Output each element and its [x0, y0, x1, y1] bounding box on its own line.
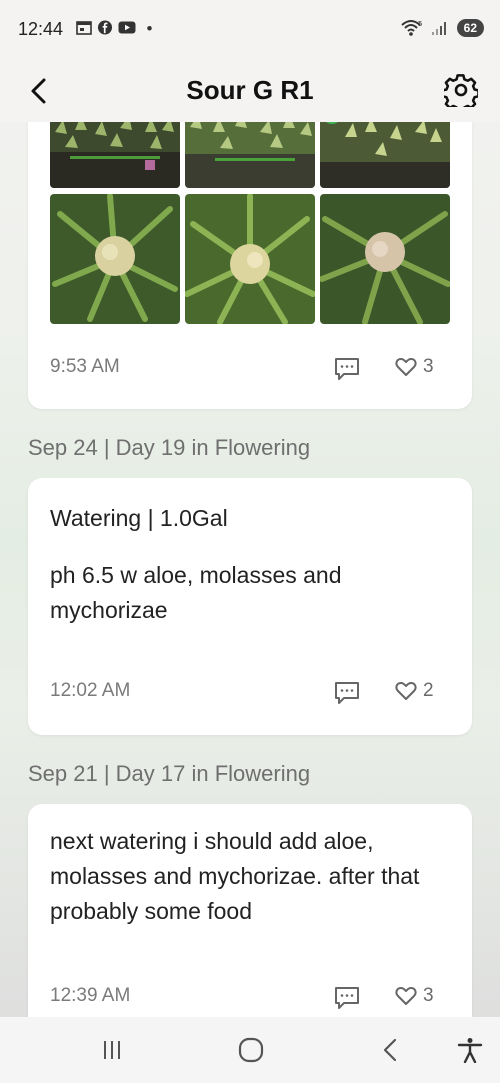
comment-icon[interactable]: [334, 681, 360, 705]
recents-icon[interactable]: [97, 1037, 127, 1063]
svg-text:5: 5: [418, 20, 422, 28]
post-body: next watering i should add aloe, molasse…: [50, 828, 420, 924]
home-icon[interactable]: [236, 1037, 266, 1063]
post-time: 9:53 AM: [50, 356, 120, 377]
like-count: 3: [423, 356, 434, 377]
accessibility-icon[interactable]: [455, 1037, 485, 1063]
page-title: Sour G R1: [186, 75, 314, 105]
signal-icon: [431, 22, 446, 35]
date-header: Sep 21 | Day 17 in Flowering: [28, 761, 311, 786]
system-nav-bar: [0, 1017, 500, 1083]
comment-icon[interactable]: [334, 357, 360, 381]
calendar-icon: [76, 21, 92, 35]
like-count: 2: [423, 680, 434, 701]
heart-icon: [395, 987, 417, 1005]
heart-icon: [395, 682, 417, 700]
youtube-icon: [118, 21, 136, 34]
facebook-icon: [97, 20, 113, 35]
post-body: ph 6.5 w aloe, molasses and mychorizae: [50, 562, 342, 623]
like-button[interactable]: 3: [395, 985, 434, 1007]
plant-bud-photo[interactable]: [185, 194, 315, 324]
back-icon[interactable]: [376, 1037, 406, 1063]
plant-photo[interactable]: [50, 122, 180, 188]
status-time: 12:44: [18, 19, 64, 39]
dot-icon: [147, 26, 152, 31]
post-card: next watering i should add aloe, molasse…: [28, 804, 472, 1017]
gear-icon[interactable]: [444, 73, 478, 107]
date-header: Sep 24 | Day 19 in Flowering: [28, 435, 311, 460]
plant-bud-photo[interactable]: [50, 194, 180, 324]
post-title: Watering | 1.0Gal: [50, 505, 228, 531]
comment-icon[interactable]: [334, 986, 360, 1010]
post-time: 12:39 AM: [50, 985, 131, 1006]
like-button[interactable]: 3: [395, 356, 434, 378]
heart-icon: [395, 358, 417, 376]
plant-photo[interactable]: [185, 122, 315, 188]
plant-photo[interactable]: [320, 122, 450, 188]
system-status: 5 62: [400, 19, 484, 37]
feed[interactable]: 9:53 AM 3 Sep 24 | Day 19 in Flowering W…: [0, 122, 500, 1017]
post-time: 12:02 AM: [50, 680, 131, 701]
status-bar: 12:44 5 62: [0, 0, 500, 60]
plant-bud-photo[interactable]: [320, 194, 450, 324]
post-card: 9:53 AM 3: [28, 122, 472, 409]
post-card: Watering | 1.0Gal ph 6.5 w aloe, molasse…: [28, 478, 472, 735]
battery-indicator: 62: [456, 19, 484, 37]
notification-icons: [76, 20, 157, 35]
like-count: 3: [423, 985, 434, 1006]
like-button[interactable]: 2: [395, 680, 434, 702]
wifi-icon: 5: [400, 20, 422, 36]
app-header: Sour G R1: [0, 60, 500, 122]
